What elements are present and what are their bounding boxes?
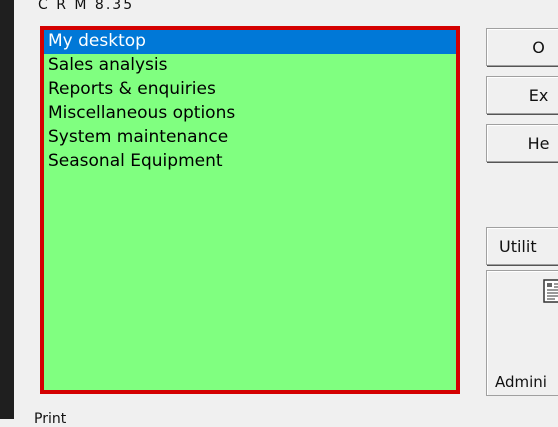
help-button[interactable]: He	[486, 124, 558, 162]
menu-item-system-maintenance[interactable]: System maintenance	[44, 126, 456, 150]
menu-item-seasonal-equipment[interactable]: Seasonal Equipment	[44, 150, 456, 174]
print-label: Print	[34, 411, 67, 427]
menu-item-reports-enquiries[interactable]: Reports & enquiries	[44, 78, 456, 102]
exit-button-label: Ex	[528, 85, 549, 105]
utilities-button[interactable]: Utilit	[486, 227, 558, 265]
help-button-label: He	[527, 133, 550, 153]
menu-item-sales-analysis[interactable]: Sales analysis	[44, 54, 456, 78]
ok-button-label: O	[532, 37, 545, 57]
menu-item-miscellaneous-options[interactable]: Miscellaneous options	[44, 102, 456, 126]
administration-button[interactable]: Admini	[486, 270, 558, 396]
menu-item-my-desktop[interactable]: My desktop	[44, 30, 456, 54]
left-window-edge	[0, 0, 14, 419]
utilities-button-label: Utilit	[499, 236, 537, 256]
ok-button[interactable]: O	[486, 28, 558, 66]
administration-button-label: Admini	[495, 373, 547, 391]
main-menu-list[interactable]: My desktop Sales analysis Reports & enqu…	[44, 30, 456, 390]
main-menu-frame: My desktop Sales analysis Reports & enqu…	[40, 26, 460, 394]
exit-button[interactable]: Ex	[486, 76, 558, 114]
document-icon	[543, 279, 558, 303]
app-title: C R M 8.35	[38, 0, 135, 13]
